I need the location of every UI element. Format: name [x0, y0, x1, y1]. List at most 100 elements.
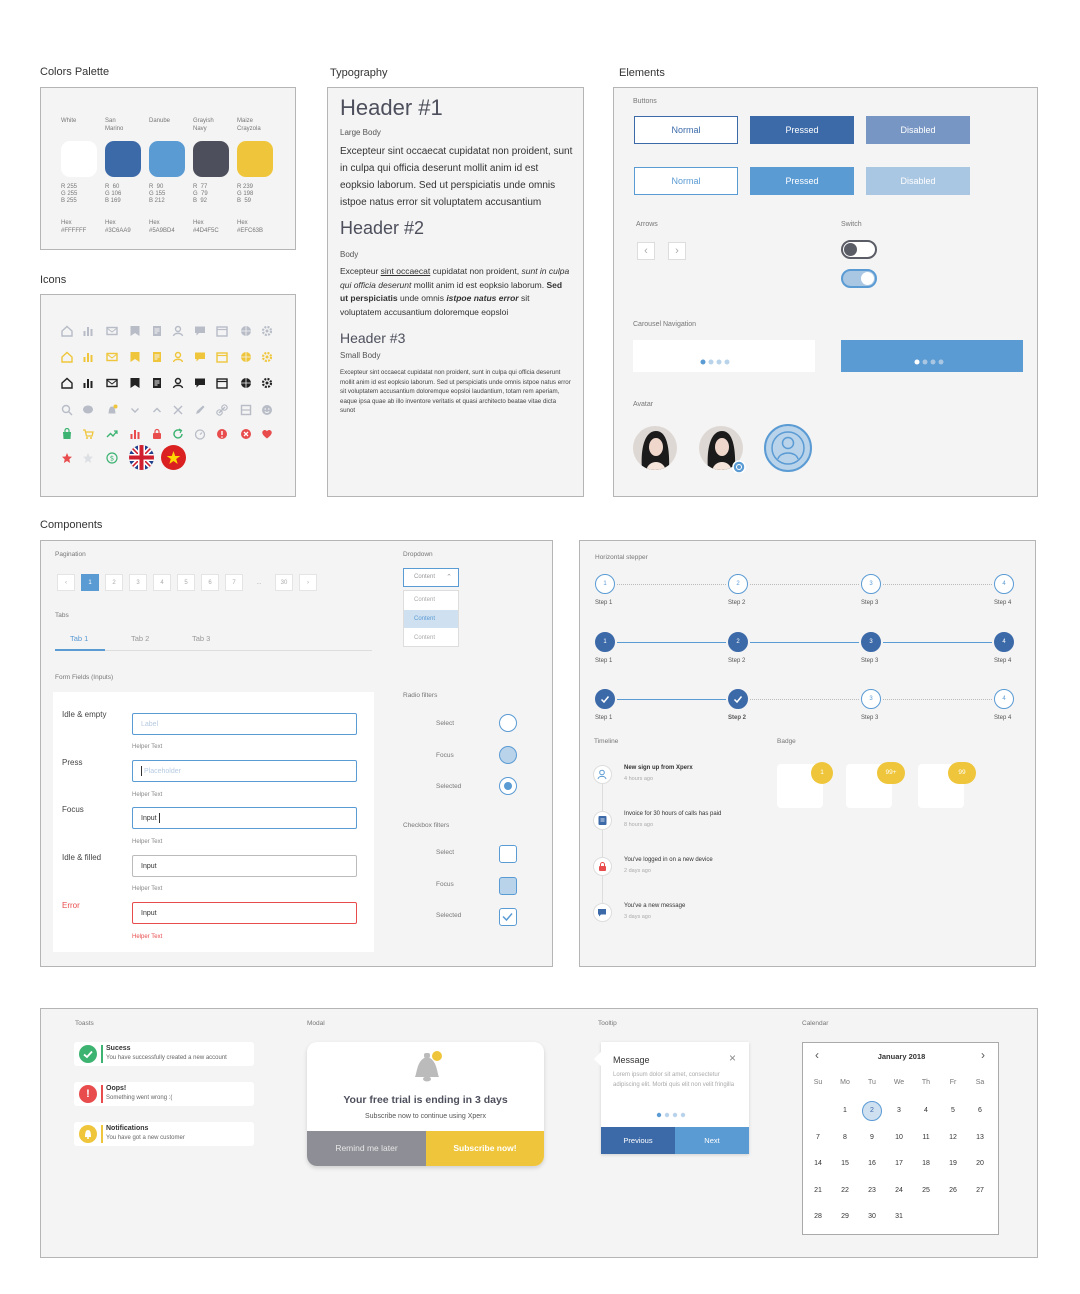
error-input[interactable]: Input — [132, 902, 357, 924]
stepper-step[interactable] — [728, 689, 748, 709]
calendar-day[interactable]: 31 — [889, 1207, 909, 1227]
calendar-day[interactable]: 9 — [862, 1128, 882, 1148]
calendar-day[interactable]: 15 — [835, 1154, 855, 1174]
calendar-day[interactable]: 16 — [862, 1154, 882, 1174]
switch-off[interactable] — [841, 240, 877, 259]
calendar-day[interactable]: 26 — [943, 1181, 963, 1201]
chevron-right-icon[interactable]: › — [981, 1048, 985, 1062]
carousel-dots[interactable] — [841, 340, 1023, 372]
tab-1[interactable]: Tab 1 — [70, 634, 88, 643]
calendar-day[interactable]: 25 — [916, 1181, 936, 1201]
calendar-day[interactable]: 13 — [970, 1128, 990, 1148]
tooltip-dots[interactable] — [656, 1112, 696, 1118]
calendar-day[interactable]: 10 — [889, 1128, 909, 1148]
calendar-day[interactable]: 20 — [970, 1154, 990, 1174]
stepper-step[interactable]: 2 — [728, 632, 748, 652]
switch-on[interactable] — [841, 269, 877, 288]
filled-input[interactable]: Input — [132, 855, 357, 877]
checkbox-selected[interactable] — [499, 908, 517, 926]
toast-success[interactable]: Sucess You have successfully created a n… — [74, 1042, 254, 1066]
stepper-step[interactable]: 4 — [994, 574, 1014, 594]
checkbox-focus[interactable] — [499, 877, 517, 895]
disabled-button-light[interactable]: Disabled — [866, 167, 970, 195]
calendar-day[interactable]: 11 — [916, 1128, 936, 1148]
svg-text:$: $ — [110, 455, 114, 463]
stepper-step[interactable]: 3 — [861, 574, 881, 594]
avatar-with-badge[interactable] — [698, 425, 746, 473]
toast-error[interactable]: ! Oops! Something went wrong :( — [74, 1082, 254, 1106]
normal-button[interactable]: Normal — [634, 116, 738, 144]
dropdown-option[interactable]: Content — [404, 591, 458, 609]
carousel-dots[interactable] — [633, 340, 815, 372]
avatar[interactable] — [632, 425, 678, 471]
avatar-placeholder[interactable] — [764, 424, 812, 472]
pressed-button[interactable]: Pressed — [750, 116, 854, 144]
stepper-step[interactable] — [595, 689, 615, 709]
radio-focus[interactable] — [499, 746, 517, 764]
calendar-day[interactable]: 23 — [862, 1181, 882, 1201]
calendar-day[interactable]: 30 — [862, 1207, 882, 1227]
calendar-day[interactable]: 1 — [835, 1101, 855, 1121]
calendar-day[interactable]: 14 — [808, 1154, 828, 1174]
pagination-page[interactable]: 1 — [81, 574, 99, 591]
arrow-right-button[interactable]: › — [668, 242, 686, 260]
dropdown-option-active[interactable]: Content — [404, 610, 458, 628]
arrow-left-button[interactable]: ‹ — [637, 242, 655, 260]
calendar-day[interactable]: 17 — [889, 1154, 909, 1174]
calendar-day[interactable]: 4 — [916, 1101, 936, 1121]
normal-button-light[interactable]: Normal — [634, 167, 738, 195]
calendar-day[interactable]: 5 — [943, 1101, 963, 1121]
calendar-day[interactable]: 27 — [970, 1181, 990, 1201]
focus-input[interactable]: Input — [132, 807, 357, 829]
pagination-page[interactable]: 6 — [201, 574, 219, 591]
pagination-page[interactable]: 7 — [225, 574, 243, 591]
calendar-day[interactable]: 3 — [889, 1101, 909, 1121]
dropdown-select[interactable]: Content ⌃ — [403, 568, 459, 587]
calendar-day[interactable]: 29 — [835, 1207, 855, 1227]
pagination-page[interactable]: 5 — [177, 574, 195, 591]
stepper-step[interactable]: 3 — [861, 632, 881, 652]
toast-notification[interactable]: Notifications You have got a new custome… — [74, 1122, 254, 1146]
radio-selected[interactable] — [499, 777, 517, 795]
tab-3[interactable]: Tab 3 — [192, 634, 210, 643]
placeholder-input[interactable]: Placeholder — [132, 760, 357, 782]
pagination-prev[interactable]: ‹ — [57, 574, 75, 591]
previous-button[interactable]: Previous — [601, 1127, 675, 1154]
subscribe-button[interactable]: Subscribe now! — [426, 1131, 544, 1166]
stepper-label: Step 2 — [728, 658, 746, 664]
calendar-day[interactable]: 19 — [943, 1154, 963, 1174]
pagination-page[interactable]: 2 — [105, 574, 123, 591]
tab-2[interactable]: Tab 2 — [131, 634, 149, 643]
stepper-step[interactable]: 4 — [994, 689, 1014, 709]
calendar-day[interactable]: 6 — [970, 1101, 990, 1121]
calendar-day[interactable]: 24 — [889, 1181, 909, 1201]
calendar-day[interactable]: 7 — [808, 1128, 828, 1148]
calendar-day[interactable]: 12 — [943, 1128, 963, 1148]
close-icon[interactable]: × — [729, 1051, 736, 1065]
calendar-day[interactable]: 22 — [835, 1181, 855, 1201]
stepper-step[interactable]: 4 — [994, 632, 1014, 652]
calendar-day[interactable]: 18 — [916, 1154, 936, 1174]
radio-select[interactable] — [499, 714, 517, 732]
calendar-day[interactable]: 21 — [808, 1181, 828, 1201]
dropdown-option[interactable]: Content — [404, 629, 458, 646]
stepper-step[interactable]: 1 — [595, 632, 615, 652]
label-input[interactable]: Label — [132, 713, 357, 735]
disabled-button[interactable]: Disabled — [866, 116, 970, 144]
remind-later-button[interactable]: Remind me later — [307, 1131, 426, 1166]
pagination-page[interactable]: 30 — [275, 574, 293, 591]
calendar-day[interactable]: 8 — [835, 1128, 855, 1148]
pagination-page[interactable]: 4 — [153, 574, 171, 591]
stepper-step[interactable]: 2 — [728, 574, 748, 594]
pressed-button-light[interactable]: Pressed — [750, 167, 854, 195]
pagination-page[interactable]: ... — [250, 574, 268, 591]
pagination-next[interactable]: › — [299, 574, 317, 591]
next-button[interactable]: Next — [675, 1127, 749, 1154]
stepper-step[interactable]: 1 — [595, 574, 615, 594]
timeline-time: 4 hours ago — [624, 776, 654, 782]
checkbox-select[interactable] — [499, 845, 517, 863]
stepper-step[interactable]: 3 — [861, 689, 881, 709]
calendar-day[interactable]: 28 — [808, 1207, 828, 1227]
pagination-page[interactable]: 3 — [129, 574, 147, 591]
calendar-day-selected[interactable]: 2 — [862, 1101, 882, 1121]
